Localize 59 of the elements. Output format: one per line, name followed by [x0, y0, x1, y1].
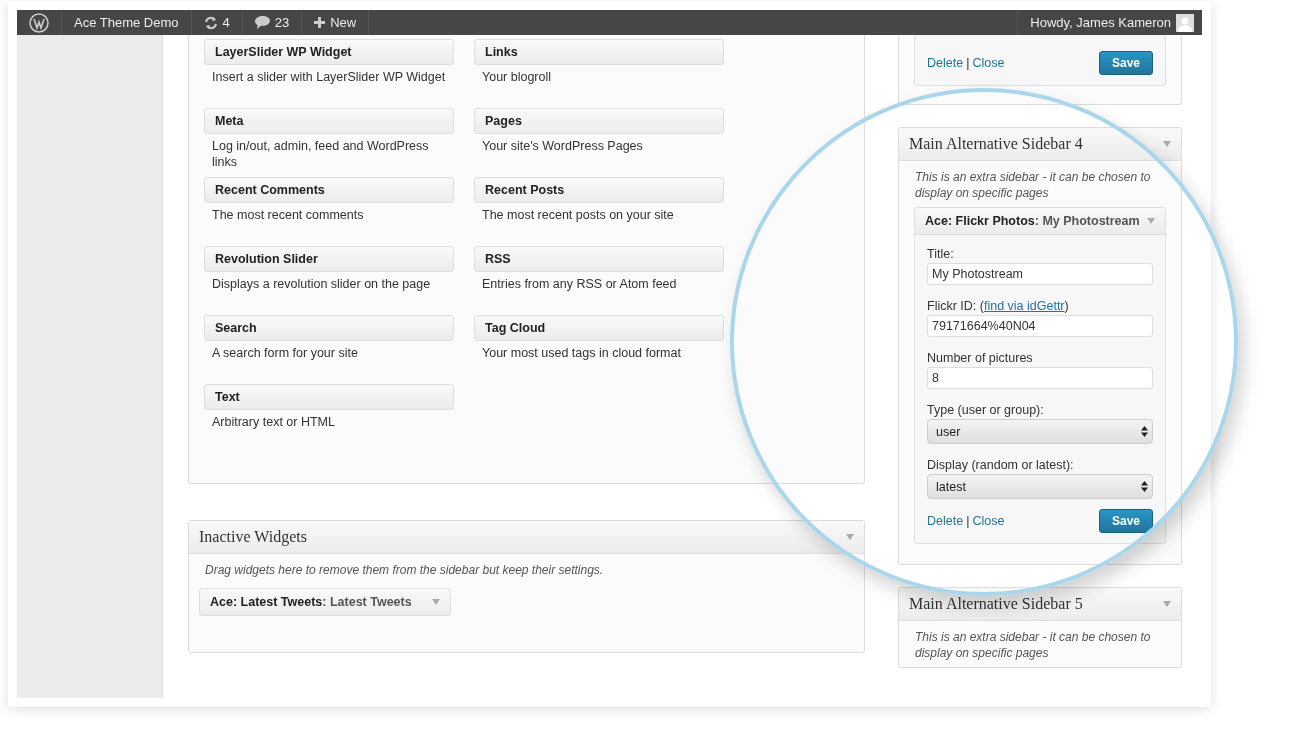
delete-link[interactable]: Delete	[927, 56, 964, 70]
widget-description: Log in/out, admin, feed and WordPress links	[211, 138, 430, 170]
widget-description: A search form for your site	[211, 345, 359, 361]
widget-description: Arbitrary text or HTML	[211, 414, 336, 430]
widget-title[interactable]: RSS	[474, 246, 724, 272]
separator-text: |	[966, 514, 970, 528]
widget-title[interactable]: Recent Posts	[474, 177, 724, 203]
site-name-link[interactable]: Ace Theme Demo	[74, 15, 179, 30]
widget-title[interactable]: Revolution Slider	[204, 246, 454, 272]
panel-title: Inactive Widgets	[199, 528, 307, 546]
widget-description: Your site's WordPress Pages	[481, 138, 644, 154]
sidebar-description: This is an extra sidebar - it can be chosen to display on specific pages	[914, 169, 1152, 202]
widget-description: Insert a slider with LayerSlider WP Widget	[211, 69, 447, 85]
updown-arrows-icon	[1141, 426, 1148, 437]
close-link[interactable]: Close	[972, 514, 1005, 528]
field-label: Title:	[927, 247, 955, 261]
widget-description: Displays a revolution slider on the page	[211, 276, 432, 292]
widget-description: Entries from any RSS or Atom feed	[481, 276, 678, 292]
panel-description: Drag widgets here to remove them from the sidebar but keep their settings.	[204, 562, 605, 579]
sidebar-description: This is an extra sidebar - it can be chosen to display on specific pages	[914, 629, 1152, 662]
widget-title[interactable]: Recent Comments	[204, 177, 454, 203]
field-label: Type (user or group):	[927, 403, 1045, 417]
widget-title[interactable]: Links	[474, 39, 724, 65]
widget-title[interactable]: Meta	[204, 108, 454, 134]
speech-bubble-icon[interactable]	[254, 16, 270, 29]
select-field[interactable]: user	[927, 419, 1153, 444]
text-field[interactable]: My Photostream	[927, 263, 1153, 285]
separator-text: |	[966, 56, 970, 70]
new-link[interactable]: New	[330, 15, 357, 30]
avatar-icon[interactable]	[1176, 13, 1194, 32]
plus-icon[interactable]	[314, 17, 326, 28]
text-field[interactable]: 79171664%40N04	[927, 315, 1153, 337]
comments-count[interactable]: 23	[274, 15, 290, 30]
widget-title[interactable]: Tag Cloud	[474, 315, 724, 341]
updown-arrows-icon	[1141, 481, 1148, 492]
widget-title[interactable]: Text	[204, 384, 454, 410]
updates-count[interactable]: 4	[222, 15, 230, 30]
widget-description: Your blogroll	[481, 69, 553, 85]
delete-link[interactable]: Delete	[927, 514, 964, 528]
sidebar-title: Main Alternative Sidebar 5	[909, 595, 1083, 613]
greeting-link[interactable]: Howdy, James Kameron	[1030, 15, 1171, 30]
field-label: Display (random or latest):	[927, 458, 1075, 472]
widget-title[interactable]: Pages	[474, 108, 724, 134]
idgettr-link[interactable]: find via idGettr	[983, 299, 1065, 313]
field-label: Number of pictures	[927, 351, 1034, 365]
save-button[interactable]: Save	[1098, 51, 1153, 75]
widget-description: The most recent posts on your site	[481, 207, 675, 223]
widget-title[interactable]: Search	[204, 315, 454, 341]
text-field[interactable]: 8	[927, 367, 1153, 389]
select-field[interactable]: latest	[927, 474, 1153, 499]
widget-description: Your most used tags in cloud format	[481, 345, 682, 361]
close-link[interactable]: Close	[972, 56, 1005, 70]
widget-description: The most recent comments	[211, 207, 365, 223]
wordpress-logo-icon[interactable]	[29, 12, 49, 33]
field-label: Flickr ID: (find via idGettr)	[927, 299, 1070, 313]
refresh-icon[interactable]	[203, 15, 218, 30]
sidebar-title: Main Alternative Sidebar 4	[909, 135, 1083, 153]
widget-title[interactable]: LayerSlider WP Widget	[204, 39, 454, 65]
save-button[interactable]: Save	[1098, 509, 1153, 533]
